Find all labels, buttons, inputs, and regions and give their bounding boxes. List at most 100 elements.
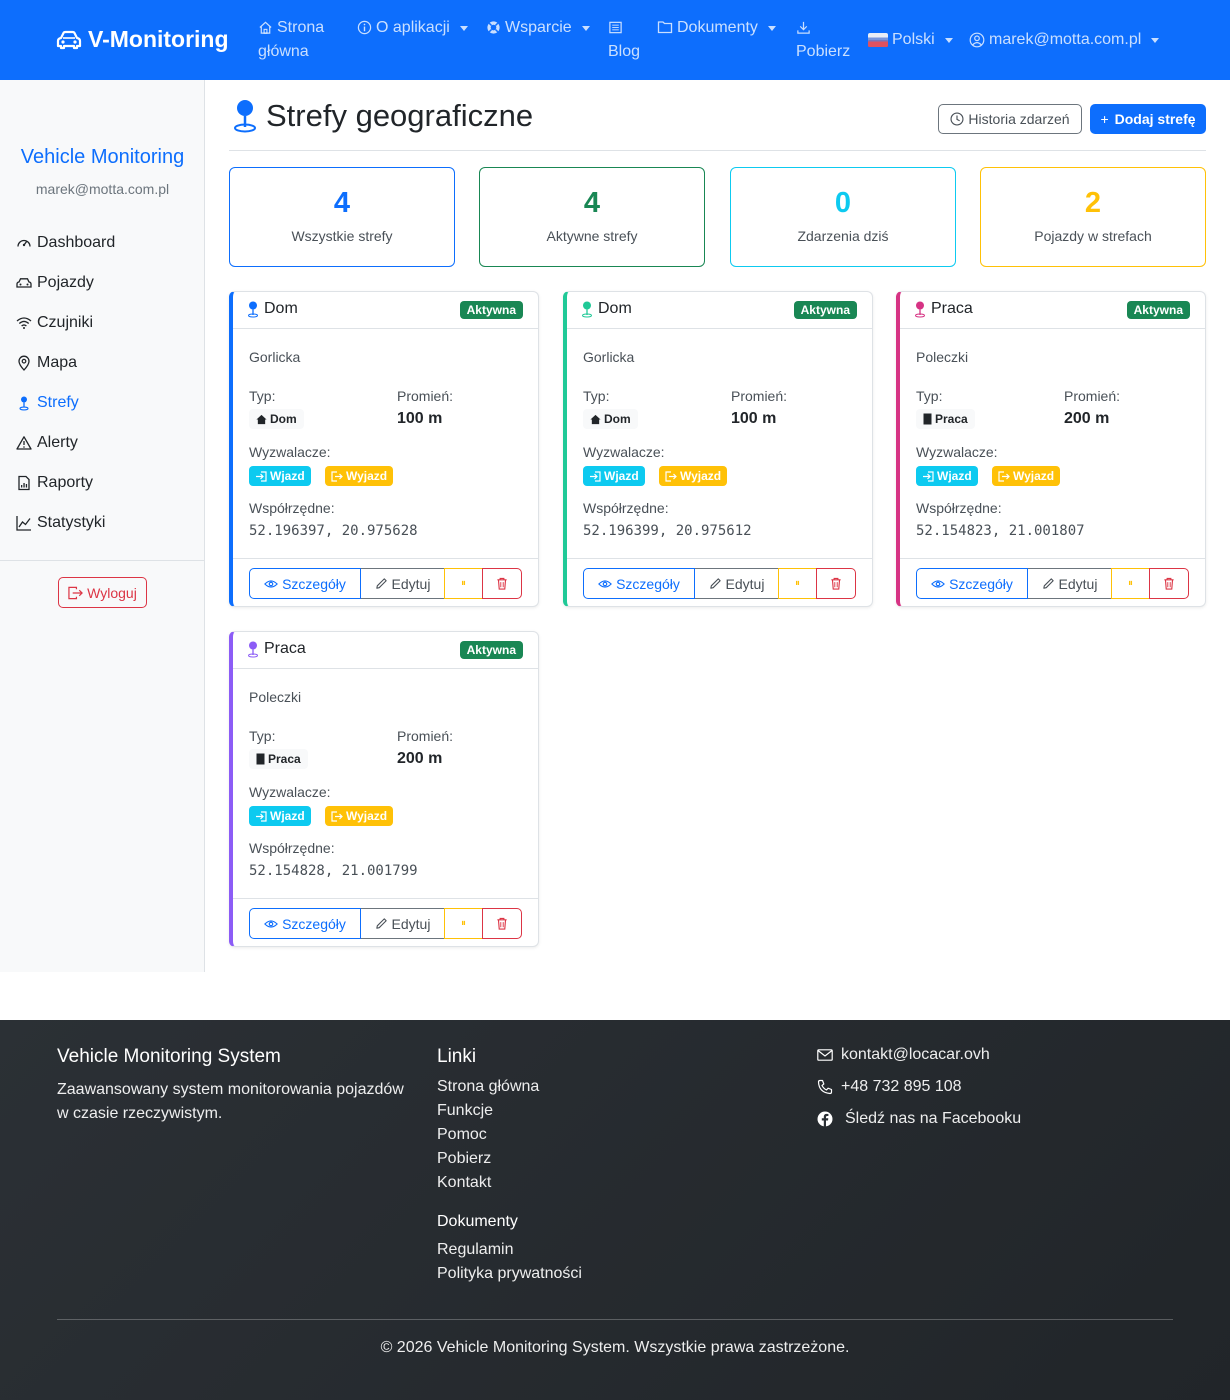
edit-button[interactable]: Edytuj bbox=[1027, 568, 1112, 599]
edit-button[interactable]: Edytuj bbox=[360, 908, 445, 939]
pause-button[interactable]: ⏸ bbox=[778, 568, 817, 599]
footer-link-features[interactable]: Funkcje bbox=[437, 1102, 493, 1120]
delete-button[interactable] bbox=[1149, 568, 1189, 599]
trigger-exit-badge: Wyjazd bbox=[992, 466, 1061, 486]
delete-button[interactable] bbox=[482, 908, 522, 939]
pause-icon: ⏸ bbox=[461, 578, 466, 589]
trash-icon bbox=[497, 577, 507, 590]
trigger-entry-badge: Wjazd bbox=[249, 806, 311, 826]
sidebar-item-dashboard[interactable]: Dashboard bbox=[16, 234, 115, 252]
zone-name: Dom bbox=[581, 300, 632, 318]
footer-email[interactable]: kontakt@locacar.ovh bbox=[817, 1046, 990, 1064]
details-button[interactable]: Szczegóły bbox=[916, 568, 1028, 599]
add-zone-button[interactable]: + Dodaj strefę bbox=[1090, 104, 1206, 134]
sidebar-item-label: Dashboard bbox=[37, 234, 116, 251]
sidebar-item-map[interactable]: Mapa bbox=[16, 354, 77, 372]
edit-label: Edytuj bbox=[391, 575, 431, 592]
footer-facebook[interactable]: Śledź nas na Facebooku bbox=[817, 1110, 1021, 1128]
geo-pin-icon bbox=[248, 641, 258, 657]
zone-type-badge: Dom bbox=[249, 409, 304, 429]
pause-button[interactable]: ⏸ bbox=[444, 908, 483, 939]
trigger-entry-badge: Wjazd bbox=[916, 466, 978, 486]
coords-label: Współrzędne: bbox=[249, 840, 335, 856]
zone-actions: Szczegóły Edytuj ⏸ bbox=[249, 568, 522, 599]
exit-icon bbox=[998, 470, 1010, 482]
sidebar-item-label: Alerty bbox=[37, 434, 78, 451]
nav-download[interactable]: Pobierz bbox=[796, 16, 850, 64]
trash-icon bbox=[497, 917, 507, 930]
stat-card-vehicles-in-zones: 2 Pojazdy w strefach bbox=[980, 167, 1206, 267]
type-label: Typ: bbox=[249, 388, 276, 404]
wifi-icon bbox=[16, 317, 32, 329]
zone-type-text: Dom bbox=[604, 412, 631, 426]
nav-language[interactable]: Polski bbox=[868, 28, 953, 52]
trigger-entry-badge: Wjazd bbox=[583, 466, 645, 486]
nav-documents[interactable]: Dokumenty bbox=[657, 16, 776, 40]
nav-support[interactable]: Wsparcie bbox=[486, 16, 590, 40]
zone-actions: Szczegóły Edytuj ⏸ bbox=[249, 908, 522, 939]
logout-icon bbox=[68, 586, 84, 599]
trigger-exit-badge: Wyjazd bbox=[325, 806, 394, 826]
details-label: Szczegóły bbox=[282, 575, 346, 592]
sidebar-item-alerts[interactable]: Alerty bbox=[16, 434, 78, 452]
footer-link-home[interactable]: Strona główna bbox=[437, 1078, 539, 1096]
type-label: Typ: bbox=[916, 388, 943, 404]
nav-about[interactable]: O aplikacji bbox=[357, 16, 468, 40]
details-button[interactable]: Szczegóły bbox=[249, 908, 361, 939]
stat-card-events-today: 0 Zdarzenia dziś bbox=[730, 167, 956, 267]
zone-address: Gorlicka bbox=[249, 349, 301, 365]
header-divider bbox=[229, 150, 1206, 151]
footer-link-contact[interactable]: Kontakt bbox=[437, 1174, 491, 1192]
pause-button[interactable]: ⏸ bbox=[444, 568, 483, 599]
zone-type-text: Praca bbox=[935, 412, 968, 426]
pause-button[interactable]: ⏸ bbox=[1111, 568, 1150, 599]
sidebar-item-statistics[interactable]: Statystyki bbox=[16, 514, 105, 532]
details-button[interactable]: Szczegóły bbox=[249, 568, 361, 599]
pause-icon: ⏸ bbox=[795, 578, 800, 589]
pencil-icon bbox=[375, 918, 387, 929]
logout-label: Wyloguj bbox=[87, 584, 137, 601]
footer-link-terms[interactable]: Regulamin bbox=[437, 1241, 513, 1259]
edit-button[interactable]: Edytuj bbox=[360, 568, 445, 599]
footer-links-title: Linki bbox=[437, 1046, 477, 1067]
coords-label: Współrzędne: bbox=[583, 500, 669, 516]
eye-icon bbox=[598, 579, 613, 588]
zone-name: Praca bbox=[914, 300, 973, 318]
nav-home[interactable]: Strona główna bbox=[258, 16, 324, 64]
edit-button[interactable]: Edytuj bbox=[694, 568, 779, 599]
sidebar-title: Vehicle Monitoring bbox=[20, 146, 185, 168]
stat-card-active-zones: 4 Aktywne strefy bbox=[479, 167, 705, 267]
stat-value: 4 bbox=[583, 187, 601, 219]
stat-value: 2 bbox=[1084, 187, 1102, 219]
geo-pin-icon bbox=[234, 100, 256, 133]
delete-button[interactable] bbox=[816, 568, 856, 599]
nav-blog[interactable]: Blog bbox=[608, 16, 640, 64]
footer-link-privacy[interactable]: Polityka prywatności bbox=[437, 1265, 582, 1283]
radius-label: Promień: bbox=[1064, 388, 1121, 404]
chart-line-icon bbox=[16, 516, 31, 531]
sidebar-divider bbox=[0, 560, 205, 561]
logout-button[interactable]: Wyloguj bbox=[58, 577, 147, 608]
building-icon bbox=[923, 413, 932, 425]
sidebar: Vehicle Monitoring marek@motta.com.pl Da… bbox=[0, 80, 205, 972]
delete-button[interactable] bbox=[482, 568, 522, 599]
sidebar-item-zones[interactable]: Strefy bbox=[16, 394, 79, 412]
details-button[interactable]: Szczegóły bbox=[583, 568, 695, 599]
house-icon bbox=[256, 414, 267, 424]
nav-user-menu[interactable]: marek@motta.com.pl bbox=[969, 28, 1160, 52]
footer-phone[interactable]: +48 732 895 108 bbox=[817, 1078, 962, 1096]
plus-icon: + bbox=[1100, 111, 1109, 127]
trigger-exit-text: Wyjazd bbox=[346, 469, 388, 483]
trigger-entry-text: Wjazd bbox=[270, 809, 305, 823]
footer-email-text: kontakt@locacar.ovh bbox=[841, 1046, 990, 1063]
sidebar-item-sensors[interactable]: Czujniki bbox=[16, 314, 93, 332]
sidebar-item-label: Raporty bbox=[37, 474, 94, 491]
footer-link-download[interactable]: Pobierz bbox=[437, 1150, 491, 1168]
brand-logo[interactable]: V-Monitoring bbox=[56, 26, 229, 53]
sidebar-email: marek@motta.com.pl bbox=[35, 181, 170, 197]
sidebar-item-reports[interactable]: Raporty bbox=[16, 474, 93, 492]
footer-link-help[interactable]: Pomoc bbox=[437, 1126, 487, 1144]
zone-card: Dom Aktywna Gorlicka Typ: Promień: Dom 1… bbox=[563, 291, 873, 607]
event-history-button[interactable]: Historia zdarzeń bbox=[938, 104, 1082, 134]
sidebar-item-vehicles[interactable]: Pojazdy bbox=[16, 274, 94, 292]
